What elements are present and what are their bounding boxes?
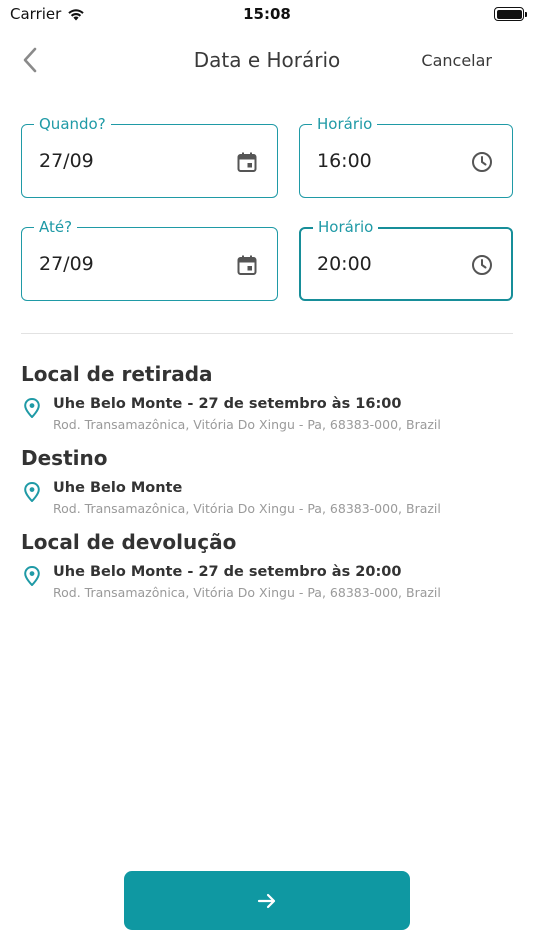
start-time-value: 16:00 [317,150,372,172]
destination-title: Destino [21,446,108,470]
arrow-right-icon [257,893,276,908]
calendar-icon[interactable] [235,150,259,174]
pickup-title: Local de retirada [21,362,213,386]
clock-icon[interactable] [470,253,494,277]
battery-icon [494,7,527,21]
location-pin-icon [24,482,40,502]
cancel-button[interactable]: Cancelar [421,51,492,70]
start-date-label: Quando? [34,115,111,133]
location-pin-icon [24,566,40,586]
nav-bar: Data e Horário Cancelar [0,36,534,86]
end-date-value: 27/09 [39,253,94,275]
divider [21,333,513,334]
next-button[interactable] [124,871,410,930]
end-date-label: Até? [34,218,78,236]
end-time-label: Horário [313,218,379,236]
destination-address: Rod. Transamazônica, Vitória Do Xingu - … [53,501,441,516]
location-pin-icon [24,398,40,418]
return-name: Uhe Belo Monte - 27 de setembro às 20:00 [53,564,402,580]
return-title: Local de devolução [21,530,237,554]
start-time-label: Horário [312,115,378,133]
end-time-value: 20:00 [317,253,372,275]
pickup-address: Rod. Transamazônica, Vitória Do Xingu - … [53,417,441,432]
start-time-field[interactable]: Horário 16:00 [299,115,513,198]
status-time: 15:08 [243,5,291,23]
pickup-name: Uhe Belo Monte - 27 de setembro às 16:00 [53,396,402,412]
end-time-field[interactable]: Horário 20:00 [299,218,513,301]
clock-icon[interactable] [470,150,494,174]
calendar-icon[interactable] [235,253,259,277]
end-date-field[interactable]: Até? 27/09 [21,218,278,301]
start-date-field[interactable]: Quando? 27/09 [21,115,278,198]
start-date-value: 27/09 [39,150,94,172]
return-address: Rod. Transamazônica, Vitória Do Xingu - … [53,585,441,600]
destination-name: Uhe Belo Monte [53,480,183,496]
status-bar: Carrier 15:08 [0,0,534,30]
